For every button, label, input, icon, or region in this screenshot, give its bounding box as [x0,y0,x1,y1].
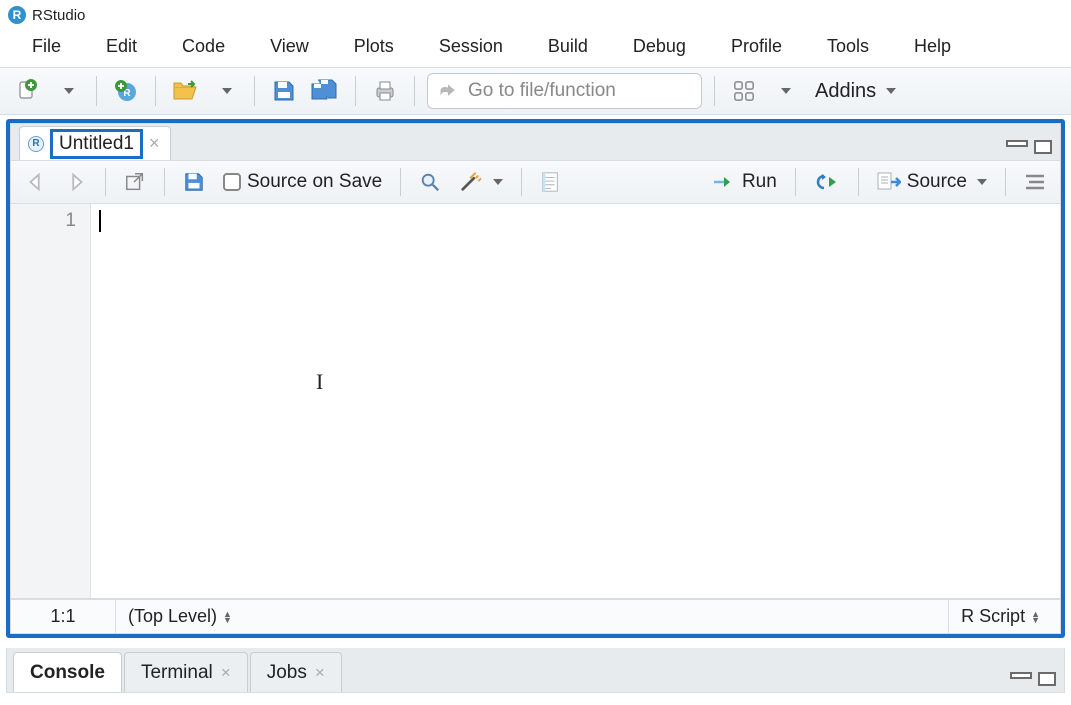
tab-terminal[interactable]: Terminal × [124,652,248,692]
text-cursor [99,210,101,232]
menu-session[interactable]: Session [439,36,503,57]
chevron-down-icon [886,88,896,94]
addins-label: Addins [815,80,876,103]
main-toolbar: R Go to file/function Addins [0,67,1071,115]
window-title: RStudio [32,7,85,24]
menu-edit[interactable]: Edit [106,36,137,57]
console-pane: Console Terminal × Jobs × [6,648,1065,693]
tab-jobs[interactable]: Jobs × [250,652,342,692]
chevron-down-icon [977,179,987,185]
maximize-pane-button[interactable] [1038,672,1056,686]
new-project-button[interactable]: R [109,74,143,108]
goto-placeholder: Go to file/function [468,80,616,102]
rerun-button[interactable] [810,171,844,193]
show-in-new-window-button[interactable] [120,169,150,195]
save-document-button[interactable] [179,169,209,195]
source-on-save-label: Source on Save [247,171,382,193]
run-label: Run [742,171,777,193]
menu-bar: File Edit Code View Plots Session Build … [0,30,1071,67]
menu-plots[interactable]: Plots [354,36,394,57]
window-titlebar: R RStudio [0,0,1071,30]
editor-tab-untitled1[interactable]: R Untitled1 × [19,126,171,160]
menu-debug[interactable]: Debug [633,36,686,57]
maximize-pane-button[interactable] [1034,140,1052,154]
menu-file[interactable]: File [32,36,61,57]
print-button[interactable] [368,74,402,108]
rstudio-logo-icon: R [8,6,26,24]
new-file-dropdown[interactable] [50,74,84,108]
nav-back-button[interactable] [21,169,51,195]
chevron-down-icon [493,179,503,185]
console-tab-row: Console Terminal × Jobs × [7,648,1064,692]
workspace-panes-button[interactable] [727,74,761,108]
editor-tab-row: R Untitled1 × [11,124,1060,160]
close-tab-icon[interactable]: × [149,133,160,154]
editor-toolbar: Source on Save Run [11,160,1060,204]
minimize-pane-button[interactable] [1006,140,1028,147]
menu-view[interactable]: View [270,36,309,57]
save-all-button[interactable] [307,74,343,108]
menu-build[interactable]: Build [548,36,588,57]
code-editor[interactable]: 1 I [11,204,1060,599]
scope-selector[interactable]: (Top Level) ▲▼ [116,600,949,633]
nav-forward-button[interactable] [61,169,91,195]
open-file-dropdown[interactable] [208,74,242,108]
checkbox-icon [223,173,241,191]
minimize-pane-button[interactable] [1010,672,1032,679]
source-button[interactable]: Source [873,169,991,195]
share-arrow-icon [438,81,458,101]
find-replace-button[interactable] [415,169,445,195]
editor-tab-name: Untitled1 [50,129,143,159]
source-editor-pane: R Untitled1 × [6,119,1065,638]
file-type-selector[interactable]: R Script ▲▼ [949,600,1060,633]
line-gutter: 1 [11,204,91,598]
code-tools-button[interactable] [455,169,507,195]
compile-report-button[interactable] [536,169,564,195]
workspace-panes-dropdown[interactable] [767,74,801,108]
r-file-icon: R [28,136,44,152]
close-icon[interactable]: × [221,663,231,683]
line-number: 1 [11,210,76,232]
editor-status-bar: 1:1 (Top Level) ▲▼ R Script ▲▼ [11,599,1060,633]
menu-help[interactable]: Help [914,36,951,57]
cursor-position[interactable]: 1:1 [11,600,116,633]
goto-file-function-input[interactable]: Go to file/function [427,73,702,109]
tab-console[interactable]: Console [13,652,122,692]
close-icon[interactable]: × [315,663,325,683]
menu-code[interactable]: Code [182,36,225,57]
addins-button[interactable]: Addins [807,80,904,103]
open-file-button[interactable] [168,74,202,108]
menu-tools[interactable]: Tools [827,36,869,57]
source-label: Source [907,171,967,193]
outline-button[interactable] [1020,171,1050,193]
menu-profile[interactable]: Profile [731,36,782,57]
new-file-button[interactable] [10,74,44,108]
code-text-area[interactable]: I [91,204,1060,598]
save-button[interactable] [267,74,301,108]
text-caret-icon: I [316,369,323,395]
run-button[interactable]: Run [708,169,781,195]
source-on-save-toggle[interactable]: Source on Save [219,169,386,195]
